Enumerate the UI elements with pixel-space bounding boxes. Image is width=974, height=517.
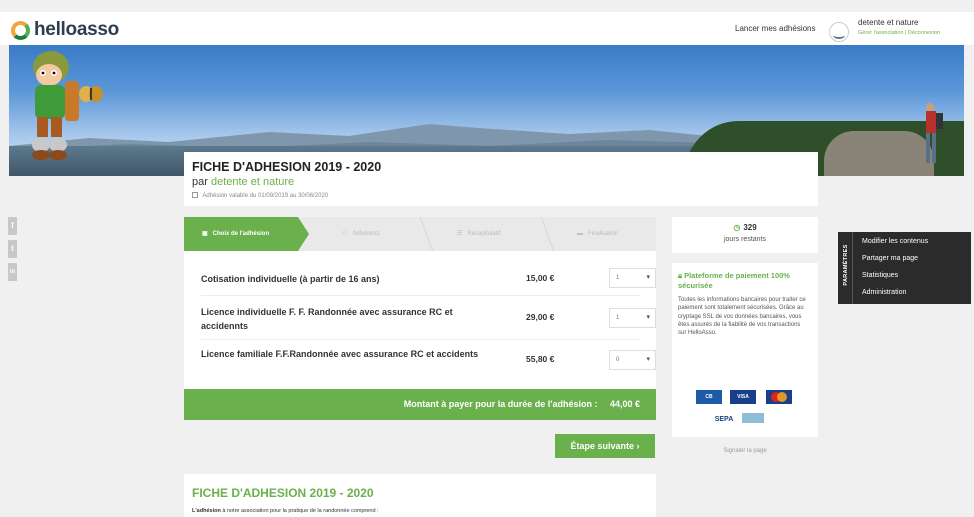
- quantity-select[interactable]: 1: [609, 308, 656, 328]
- user-name: detente et nature: [858, 18, 919, 27]
- form-title-card: FICHE D'ADHESION 2019 - 2020 par detente…: [184, 152, 818, 206]
- membership-options-list: Cotisation individuelle (à partir de 16 …: [184, 251, 656, 389]
- description-intro: L'adhésion à notre association pour la p…: [192, 508, 379, 514]
- users-icon: ⚇: [342, 231, 348, 237]
- step-choice: ▣ Choix de l'adhésion: [184, 217, 309, 251]
- cart-icon: ▣: [202, 231, 208, 237]
- launch-memberships-link[interactable]: Lancer mes adhésions: [735, 24, 816, 33]
- intro-bold: L'adhésion: [192, 508, 221, 514]
- step-summary: ☰ Récapitulatif: [457, 217, 500, 251]
- total-amount: 44,00 €: [609, 399, 640, 409]
- linkedin-share-icon[interactable]: in: [8, 263, 17, 281]
- validity-period: Adhésion valable du 01/09/2019 au 30/06/…: [192, 192, 328, 199]
- quantity-select[interactable]: 1: [609, 268, 656, 288]
- user-links: Gérer l'association | Déconnexion: [858, 30, 940, 36]
- edit-content-link[interactable]: Modifier les contenus: [862, 238, 928, 245]
- countdown-card: ◷ 329 jours restants: [672, 217, 818, 253]
- total-label: Montant à payer pour la durée de l'adhés…: [403, 399, 598, 409]
- quantity-select[interactable]: 0: [609, 350, 656, 370]
- administration-link[interactable]: Administration: [862, 289, 906, 296]
- step-label: Choix de l'adhésion: [212, 231, 270, 237]
- clock-icon: ◷: [733, 223, 741, 232]
- secure-title: 🔒︎ Plateforme de paiement 100% sécurisée: [678, 271, 814, 291]
- list-item: Licence individuelle F. F. Randonnée ave…: [201, 296, 656, 340]
- item-name: Cotisation individuelle (à partir de 16 …: [201, 274, 380, 284]
- hiker-mascot-illustration: [32, 51, 79, 160]
- progress-steps: ▣ Choix de l'adhésion ⚇ Adhérents ☰ Récapit…: [184, 217, 656, 251]
- item-price: 29,00 €: [526, 312, 555, 322]
- step-finalization: ▬ Finalisation: [577, 217, 618, 251]
- step-members: ⚇ Adhérents: [342, 217, 380, 251]
- calendar-icon: [192, 192, 198, 198]
- step-divider: [408, 217, 434, 251]
- step-divider: [529, 217, 555, 251]
- report-page-link[interactable]: Signaler la page: [672, 448, 818, 454]
- secure-payment-card: 🔒︎ Plateforme de paiement 100% sécurisée…: [672, 263, 818, 437]
- twitter-share-icon[interactable]: t: [8, 240, 17, 258]
- owner-prefix: par: [192, 176, 208, 188]
- days-count: 329: [743, 223, 757, 232]
- association-avatar[interactable]: [829, 22, 849, 42]
- manage-association-link[interactable]: Gérer l'association: [858, 30, 903, 36]
- settings-label-text: PARAMÈTRES: [843, 244, 849, 286]
- form-title: FICHE D'ADHESION 2019 - 2020: [192, 160, 382, 174]
- days-remaining: ◷ 329: [672, 223, 818, 232]
- intro-text: à notre association pour la pratique de …: [220, 508, 379, 514]
- rock-outcrop: [824, 131, 934, 176]
- days-label: jours restants: [723, 236, 767, 243]
- butterfly-illustration: [79, 86, 103, 102]
- validity-text: Adhésion valable du 01/09/2019 au 30/06/…: [202, 193, 329, 199]
- mastercard-logo: [766, 390, 792, 404]
- description-title: FICHE D'ADHESION 2019 - 2020: [192, 486, 374, 500]
- cb-card-logo: CB: [696, 390, 722, 404]
- item-name: Licence familiale F.F.Randonnée avec ass…: [201, 349, 479, 359]
- list-item: Cotisation individuelle (à partir de 16 …: [201, 251, 656, 296]
- step-label: Finalisation: [588, 231, 619, 237]
- helloasso-logo-icon: [11, 20, 30, 40]
- form-description-card: FICHE D'ADHESION 2019 - 2020 L'adhésion …: [184, 474, 656, 517]
- settings-panel: PARAMÈTRES Modifier les contenus Partage…: [838, 232, 971, 304]
- link-separator: |: [904, 30, 907, 36]
- next-step-button[interactable]: Étape suivante ›: [555, 434, 655, 458]
- hikers-figure: [926, 103, 943, 163]
- sepa-logo: SEPA: [714, 416, 734, 423]
- secure-title-text: Plateforme de paiement 100% sécurisée: [678, 271, 790, 290]
- step-label: Récapitulatif: [467, 231, 501, 237]
- settings-vertical-label: PARAMÈTRES: [840, 232, 853, 304]
- total-bar: Montant à payer pour la durée de l'adhés…: [184, 389, 656, 420]
- share-page-link[interactable]: Partager ma page: [862, 255, 918, 262]
- item-price: 15,00 €: [526, 273, 555, 283]
- association-link[interactable]: detente et nature: [211, 176, 294, 188]
- statistics-link[interactable]: Statistiques: [862, 272, 898, 279]
- top-navigation-bar: helloasso Lancer mes adhésions detente e…: [0, 12, 974, 45]
- helloasso-logo[interactable]: helloasso: [11, 19, 119, 41]
- logout-link[interactable]: Déconnexion: [908, 30, 940, 36]
- visa-card-logo: VISA: [730, 390, 756, 404]
- form-owner: par detente et nature: [192, 176, 294, 188]
- logo-text: helloasso: [34, 19, 119, 40]
- secure-description: Toutes les informations bancaires pour t…: [678, 297, 806, 337]
- list-icon: ☰: [457, 231, 463, 237]
- lock-icon: 🔒︎: [678, 271, 682, 280]
- facebook-share-icon[interactable]: f: [8, 217, 17, 235]
- bank-logo: [742, 413, 764, 423]
- card-icon: ▬: [577, 231, 583, 237]
- item-name: Licence individuelle F. F. Randonnée ave…: [201, 307, 453, 331]
- step-label: Adhérents: [352, 231, 380, 237]
- list-item: Licence familiale F.F.Randonnée avec ass…: [201, 340, 656, 389]
- item-price: 55,80 €: [526, 354, 555, 364]
